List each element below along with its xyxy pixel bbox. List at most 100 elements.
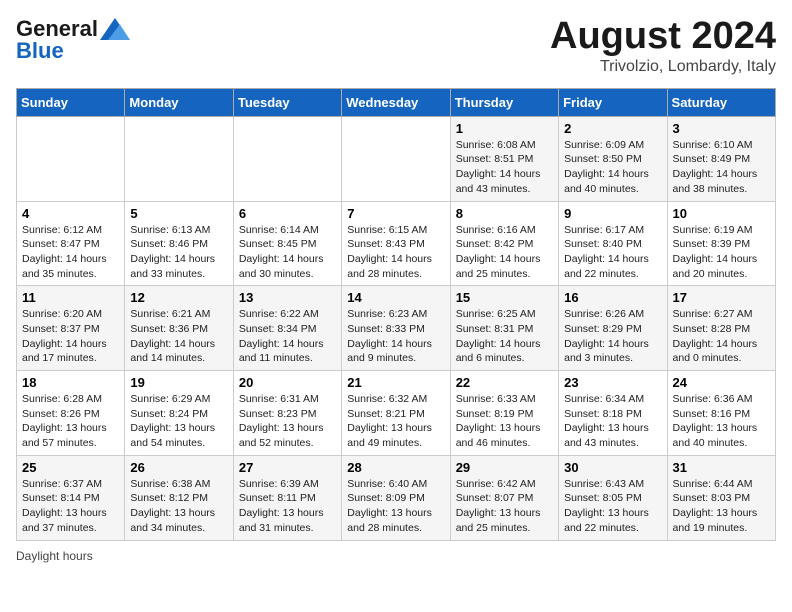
daylight-label: Daylight hours <box>16 549 93 563</box>
title-area: August 2024 Trivolzio, Lombardy, Italy <box>550 16 776 76</box>
calendar-cell: 5Sunrise: 6:13 AM Sunset: 8:46 PM Daylig… <box>125 201 233 286</box>
calendar-cell: 6 Sunrise: 6:14 AM Sunset: 8:45 PM Daylig… <box>233 201 341 286</box>
calendar-cell <box>125 116 233 201</box>
calendar-week-row: 4Sunrise: 6:12 AM Sunset: 8:47 PM Daylig… <box>17 201 776 286</box>
calendar-header-row: SundayMondayTuesdayWednesdayThursdayFrid… <box>17 88 776 116</box>
logo: General Blue <box>16 16 130 64</box>
day-number: 26 <box>130 460 227 475</box>
day-info: Sunrise: 6:34 AM Sunset: 8:18 PM Dayligh… <box>564 392 661 451</box>
day-number: 6 <box>239 206 336 221</box>
day-number: 25 <box>22 460 119 475</box>
calendar-cell: 9Sunrise: 6:17 AM Sunset: 8:40 PM Daylig… <box>559 201 667 286</box>
day-info: Sunrise: 6:22 AM Sunset: 8:34 PM Dayligh… <box>239 307 336 366</box>
calendar-week-row: 1 Sunrise: 6:08 AM Sunset: 8:51 PM Daylig… <box>17 116 776 201</box>
day-info: Sunrise: 6:25 AM Sunset: 8:31 PM Dayligh… <box>456 307 553 366</box>
calendar-cell: 1 Sunrise: 6:08 AM Sunset: 8:51 PM Daylig… <box>450 116 558 201</box>
day-number: 10 <box>673 206 770 221</box>
day-number: 1 <box>456 121 553 136</box>
day-number: 28 <box>347 460 444 475</box>
calendar-week-row: 18 Sunrise: 6:28 AM Sunset: 8:26 PM Dayli… <box>17 371 776 456</box>
calendar-cell: 2 Sunrise: 6:09 AM Sunset: 8:50 PM Daylig… <box>559 116 667 201</box>
calendar-cell: 25Sunrise: 6:37 AM Sunset: 8:14 PM Dayli… <box>17 455 125 540</box>
calendar-cell: 26 Sunrise: 6:38 AM Sunset: 8:12 PM Dayli… <box>125 455 233 540</box>
calendar-cell: 12 Sunrise: 6:21 AM Sunset: 8:36 PM Dayli… <box>125 286 233 371</box>
day-of-week-header: Tuesday <box>233 88 341 116</box>
day-number: 16 <box>564 290 661 305</box>
calendar-cell: 20 Sunrise: 6:31 AM Sunset: 8:23 PM Dayli… <box>233 371 341 456</box>
day-info: Sunrise: 6:42 AM Sunset: 8:07 PM Dayligh… <box>456 477 553 536</box>
day-info: Sunrise: 6:26 AM Sunset: 8:29 PM Dayligh… <box>564 307 661 366</box>
day-info: Sunrise: 6:20 AM Sunset: 8:37 PM Dayligh… <box>22 307 119 366</box>
day-number: 18 <box>22 375 119 390</box>
calendar-cell: 31Sunrise: 6:44 AM Sunset: 8:03 PM Dayli… <box>667 455 775 540</box>
calendar-cell: 22Sunrise: 6:33 AM Sunset: 8:19 PM Dayli… <box>450 371 558 456</box>
day-info: Sunrise: 6:36 AM Sunset: 8:16 PM Dayligh… <box>673 392 770 451</box>
day-number: 22 <box>456 375 553 390</box>
calendar-week-row: 25Sunrise: 6:37 AM Sunset: 8:14 PM Dayli… <box>17 455 776 540</box>
day-number: 7 <box>347 206 444 221</box>
day-info: Sunrise: 6:15 AM Sunset: 8:43 PM Dayligh… <box>347 223 444 282</box>
day-info: Sunrise: 6:09 AM Sunset: 8:50 PM Dayligh… <box>564 138 661 197</box>
day-number: 11 <box>22 290 119 305</box>
day-number: 8 <box>456 206 553 221</box>
day-info: Sunrise: 6:29 AM Sunset: 8:24 PM Dayligh… <box>130 392 227 451</box>
calendar-cell: 29 Sunrise: 6:42 AM Sunset: 8:07 PM Dayli… <box>450 455 558 540</box>
day-info: Sunrise: 6:23 AM Sunset: 8:33 PM Dayligh… <box>347 307 444 366</box>
day-info: Sunrise: 6:14 AM Sunset: 8:45 PM Dayligh… <box>239 223 336 282</box>
day-of-week-header: Sunday <box>17 88 125 116</box>
day-info: Sunrise: 6:39 AM Sunset: 8:11 PM Dayligh… <box>239 477 336 536</box>
calendar-cell <box>342 116 450 201</box>
calendar-cell: 28 Sunrise: 6:40 AM Sunset: 8:09 PM Dayli… <box>342 455 450 540</box>
calendar-cell <box>233 116 341 201</box>
calendar-cell: 23 Sunrise: 6:34 AM Sunset: 8:18 PM Dayli… <box>559 371 667 456</box>
day-info: Sunrise: 6:31 AM Sunset: 8:23 PM Dayligh… <box>239 392 336 451</box>
calendar-week-row: 11 Sunrise: 6:20 AM Sunset: 8:37 PM Dayli… <box>17 286 776 371</box>
main-title: August 2024 <box>550 16 776 58</box>
day-of-week-header: Monday <box>125 88 233 116</box>
day-info: Sunrise: 6:32 AM Sunset: 8:21 PM Dayligh… <box>347 392 444 451</box>
day-number: 27 <box>239 460 336 475</box>
day-number: 31 <box>673 460 770 475</box>
calendar-cell: 15 Sunrise: 6:25 AM Sunset: 8:31 PM Dayli… <box>450 286 558 371</box>
day-number: 24 <box>673 375 770 390</box>
calendar-cell: 7 Sunrise: 6:15 AM Sunset: 8:43 PM Daylig… <box>342 201 450 286</box>
calendar-cell: 18 Sunrise: 6:28 AM Sunset: 8:26 PM Dayli… <box>17 371 125 456</box>
day-info: Sunrise: 6:43 AM Sunset: 8:05 PM Dayligh… <box>564 477 661 536</box>
calendar-cell: 14 Sunrise: 6:23 AM Sunset: 8:33 PM Dayli… <box>342 286 450 371</box>
day-info: Sunrise: 6:16 AM Sunset: 8:42 PM Dayligh… <box>456 223 553 282</box>
day-number: 29 <box>456 460 553 475</box>
day-number: 2 <box>564 121 661 136</box>
calendar-table: SundayMondayTuesdayWednesdayThursdayFrid… <box>16 88 776 541</box>
day-info: Sunrise: 6:27 AM Sunset: 8:28 PM Dayligh… <box>673 307 770 366</box>
calendar-cell: 19 Sunrise: 6:29 AM Sunset: 8:24 PM Dayli… <box>125 371 233 456</box>
calendar-cell: 10Sunrise: 6:19 AM Sunset: 8:39 PM Dayli… <box>667 201 775 286</box>
day-info: Sunrise: 6:10 AM Sunset: 8:49 PM Dayligh… <box>673 138 770 197</box>
calendar-cell: 21Sunrise: 6:32 AM Sunset: 8:21 PM Dayli… <box>342 371 450 456</box>
logo-icon <box>100 18 130 40</box>
day-number: 4 <box>22 206 119 221</box>
day-info: Sunrise: 6:21 AM Sunset: 8:36 PM Dayligh… <box>130 307 227 366</box>
day-number: 23 <box>564 375 661 390</box>
day-info: Sunrise: 6:28 AM Sunset: 8:26 PM Dayligh… <box>22 392 119 451</box>
day-number: 20 <box>239 375 336 390</box>
calendar-cell: 17Sunrise: 6:27 AM Sunset: 8:28 PM Dayli… <box>667 286 775 371</box>
day-of-week-header: Wednesday <box>342 88 450 116</box>
day-number: 3 <box>673 121 770 136</box>
calendar-cell: 4Sunrise: 6:12 AM Sunset: 8:47 PM Daylig… <box>17 201 125 286</box>
day-number: 12 <box>130 290 227 305</box>
day-number: 15 <box>456 290 553 305</box>
day-of-week-header: Saturday <box>667 88 775 116</box>
logo-blue: Blue <box>16 38 64 64</box>
day-info: Sunrise: 6:17 AM Sunset: 8:40 PM Dayligh… <box>564 223 661 282</box>
day-number: 14 <box>347 290 444 305</box>
day-info: Sunrise: 6:08 AM Sunset: 8:51 PM Dayligh… <box>456 138 553 197</box>
day-info: Sunrise: 6:38 AM Sunset: 8:12 PM Dayligh… <box>130 477 227 536</box>
day-number: 30 <box>564 460 661 475</box>
day-info: Sunrise: 6:40 AM Sunset: 8:09 PM Dayligh… <box>347 477 444 536</box>
day-number: 19 <box>130 375 227 390</box>
day-number: 5 <box>130 206 227 221</box>
calendar-cell: 27 Sunrise: 6:39 AM Sunset: 8:11 PM Dayli… <box>233 455 341 540</box>
footer-note: Daylight hours <box>16 549 776 563</box>
day-of-week-header: Thursday <box>450 88 558 116</box>
page-header: General Blue August 2024 Trivolzio, Lomb… <box>16 16 776 76</box>
